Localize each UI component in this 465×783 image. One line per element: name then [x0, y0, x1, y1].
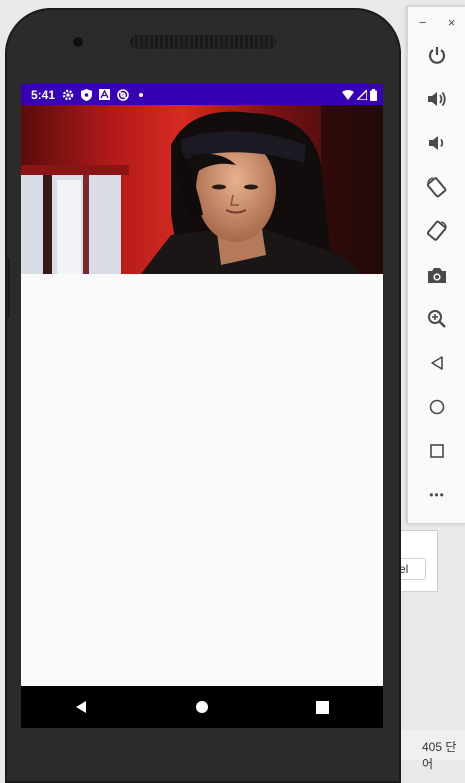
home-button[interactable] — [182, 687, 222, 727]
camera-icon — [428, 268, 446, 283]
more-button[interactable]: ••• — [422, 480, 452, 510]
emulator-toolbar: − × ••• — [407, 6, 465, 524]
sync-icon — [117, 88, 129, 101]
home-outline-icon — [429, 399, 445, 415]
back-outline-icon — [431, 356, 443, 370]
shield-icon — [81, 88, 93, 101]
emulator-overview-button[interactable] — [422, 436, 452, 466]
home-circle-icon — [195, 701, 208, 713]
emulator-back-button[interactable] — [422, 348, 452, 378]
zoom-button[interactable] — [422, 304, 452, 334]
device-screen: 5:41 — [21, 84, 383, 728]
earpiece-speaker — [130, 35, 276, 49]
power-icon — [428, 47, 446, 64]
wifi-icon — [342, 89, 354, 100]
power-side-button — [5, 258, 10, 318]
background-statusbar: 405 단어 — [392, 730, 465, 771]
power-button[interactable] — [422, 40, 452, 70]
volume-down-icon — [429, 136, 444, 150]
portrait-photo — [21, 105, 383, 274]
cellular-signal-icon — [357, 89, 367, 100]
screenshot-button[interactable] — [422, 260, 452, 290]
close-button[interactable]: × — [448, 15, 456, 30]
volume-down-button[interactable] — [422, 128, 452, 158]
zoom-in-icon — [428, 310, 446, 328]
more-dots-icon: ••• — [429, 488, 445, 502]
battery-icon — [370, 88, 377, 101]
navigation-bar — [21, 686, 383, 728]
minimize-button[interactable]: − — [419, 15, 427, 30]
volume-up-icon — [428, 91, 446, 107]
notification-dot-icon — [139, 92, 144, 97]
back-triangle-icon — [76, 701, 87, 713]
settings-icon — [62, 89, 74, 101]
overview-button[interactable] — [303, 687, 343, 727]
rotate-left-icon — [426, 177, 447, 198]
emulator-home-button[interactable] — [422, 392, 452, 422]
status-bar: 5:41 — [21, 84, 383, 105]
back-button[interactable] — [61, 687, 101, 727]
rotate-left-button[interactable] — [422, 172, 452, 202]
front-camera — [73, 37, 83, 47]
overview-square-icon — [316, 700, 330, 714]
background-word-count: 405 단어 — [422, 740, 457, 771]
rotate-right-button[interactable] — [422, 216, 452, 246]
status-time: 5:41 — [31, 87, 56, 102]
overview-outline-icon — [430, 444, 444, 458]
volume-up-button[interactable] — [422, 84, 452, 114]
app-content-area — [21, 274, 383, 686]
rotate-right-icon — [426, 220, 447, 241]
font-a-icon — [99, 89, 111, 100]
